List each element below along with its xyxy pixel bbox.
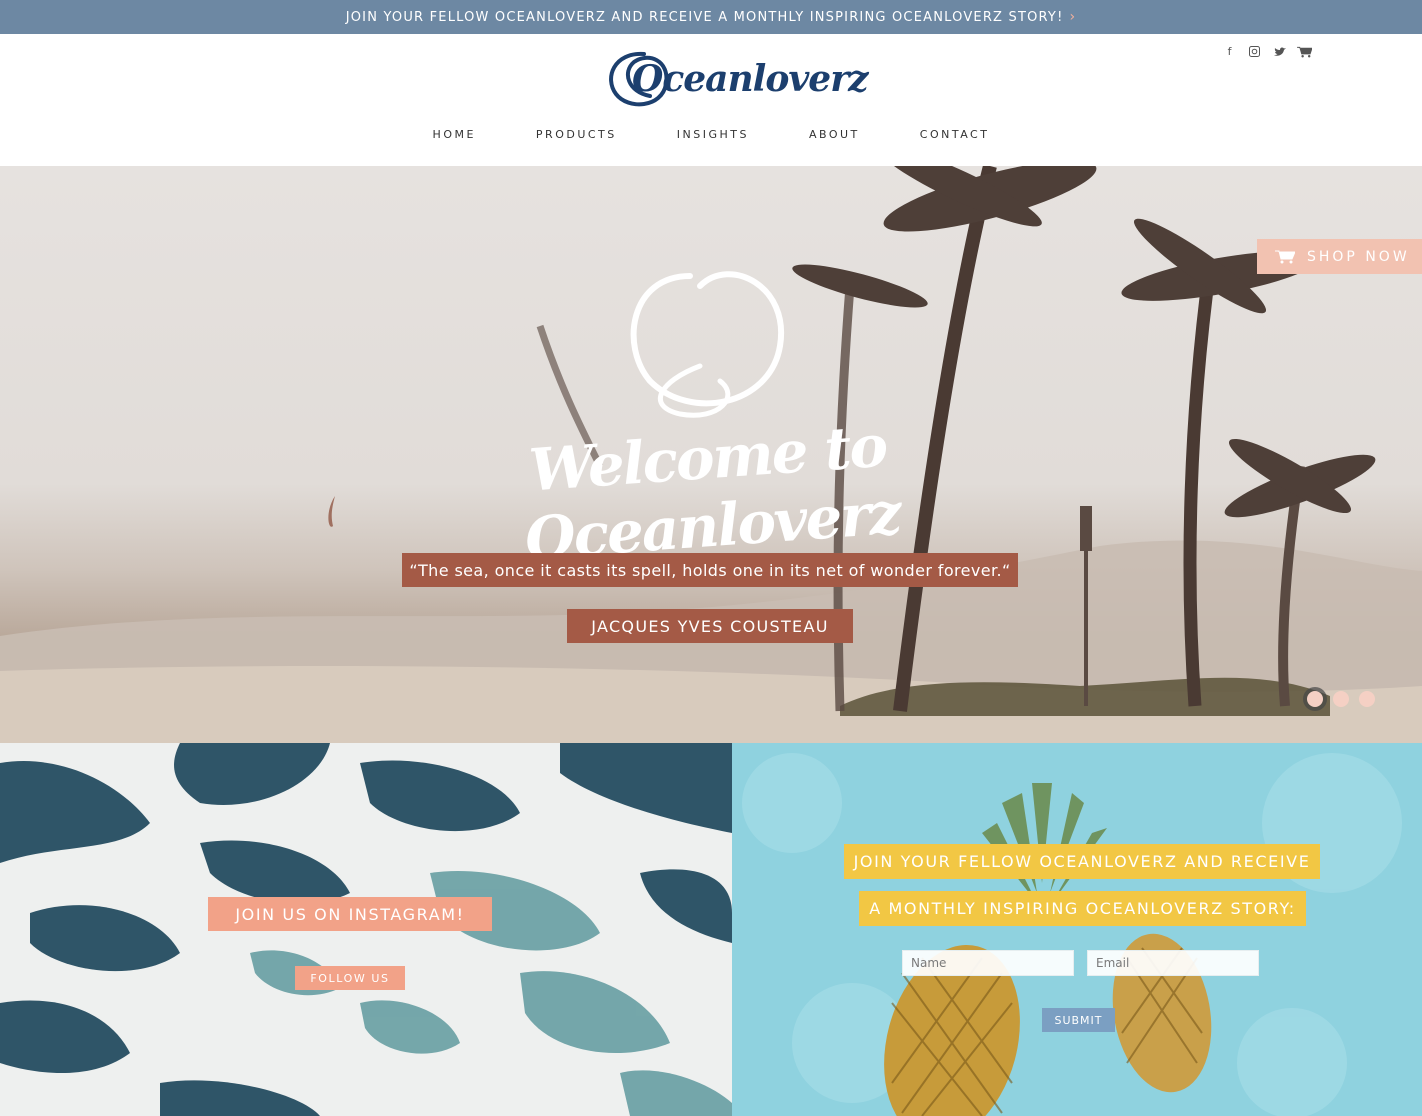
instagram-section: JOIN US ON INSTAGRAM! FOLLOW US [0, 743, 732, 1116]
email-field[interactable] [1087, 950, 1259, 976]
cart-icon[interactable] [1297, 44, 1312, 59]
quote-author: JACQUES YVES COUSTEAU [567, 609, 853, 643]
instagram-icon[interactable] [1247, 44, 1262, 59]
newsletter-heading-line1: JOIN YOUR FELLOW OCEANLOVERZ AND RECEIVE [844, 844, 1320, 879]
nav-insights[interactable]: INSIGHTS [677, 128, 749, 141]
hero-slideshow: SHOP NOW Welcome to Oceanloverz “The sea… [0, 166, 1422, 743]
nav-products[interactable]: PRODUCTS [536, 128, 617, 141]
announcement-text: JOIN YOUR FELLOW OCEANLOVERZ AND RECEIVE… [345, 9, 1064, 25]
slide-dot-1[interactable] [1307, 691, 1323, 707]
nav-contact[interactable]: CONTACT [920, 128, 990, 141]
shop-now-label: SHOP NOW [1307, 248, 1410, 265]
pineapple-pool-image [732, 743, 1422, 1116]
slide-dots [1307, 691, 1375, 707]
announcement-bar[interactable]: JOIN YOUR FELLOW OCEANLOVERZ AND RECEIVE… [0, 0, 1422, 34]
hero-quote: “The sea, once it casts its spell, holds… [402, 553, 1018, 587]
shop-now-button[interactable]: SHOP NOW [1257, 239, 1422, 274]
slide-dot-3[interactable] [1359, 691, 1375, 707]
social-links: f [1222, 44, 1312, 59]
twitter-icon[interactable] [1272, 44, 1287, 59]
slide-dot-2[interactable] [1333, 691, 1349, 707]
instagram-heading: JOIN US ON INSTAGRAM! [208, 897, 492, 931]
follow-us-button[interactable]: FOLLOW US [295, 966, 405, 990]
newsletter-heading-line2: A MONTHLY INSPIRING OCEANLOVERZ STORY: [859, 891, 1306, 926]
nav-about[interactable]: ABOUT [809, 128, 860, 141]
logo-text: Oceanloverz [632, 58, 869, 100]
main-nav: HOME PRODUCTS INSIGHTS ABOUT CONTACT [0, 128, 1422, 141]
site-header: Oceanloverz f HOME PRODUCTS INSIGHTS ABO… [0, 34, 1422, 166]
chevron-right-icon: › [1069, 9, 1077, 25]
facebook-icon[interactable]: f [1222, 44, 1237, 59]
cart-icon [1275, 250, 1295, 263]
nav-home[interactable]: HOME [433, 128, 476, 141]
name-field[interactable] [902, 950, 1074, 976]
newsletter-section: JOIN YOUR FELLOW OCEANLOVERZ AND RECEIVE… [732, 743, 1422, 1116]
submit-button[interactable]: SUBMIT [1042, 1008, 1115, 1032]
